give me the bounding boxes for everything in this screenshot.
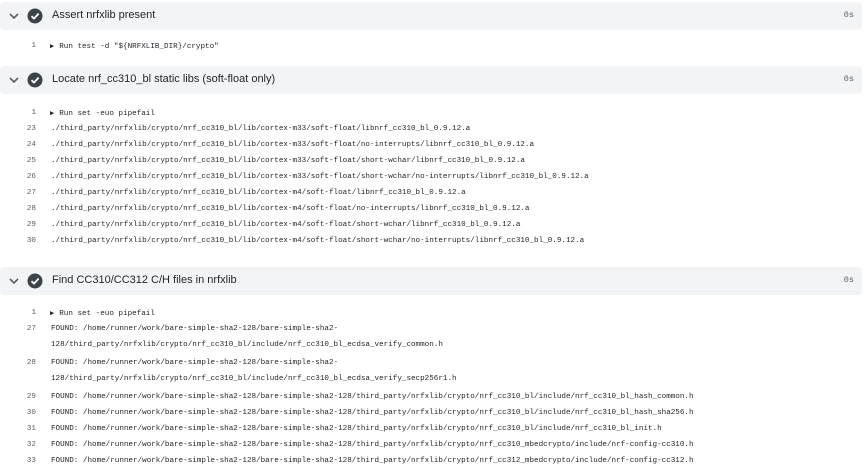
line-number[interactable]: 27 [0,189,36,197]
chevron-down-icon[interactable] [8,10,20,22]
log-line: 30 FOUND: /home/runner/work/bare-simple-s… [0,406,866,422]
step-header-assert-nrfxlib[interactable]: Assert nrfxlib present 0s [0,2,862,30]
log-line: 28 FOUND: /home/runner/work/bare-simple-s… [0,356,866,372]
log-command[interactable]: ▶ Run test -d "${NRFXLIB_DIR}/crypto" [50,42,219,51]
step-log: 1 ▶ Run set -euo pipefail 23 ./third_party… [0,106,866,250]
line-number[interactable]: 33 [0,457,36,465]
check-circle-icon [27,273,43,289]
log-text: ./third_party/nrfxlib/crypto/nrf_cc310_b… [51,125,471,133]
log-command[interactable]: ▶ Run set -euo pipefail [50,109,155,118]
chevron-down-icon[interactable] [8,275,20,287]
log-text: FOUND: /home/runner/work/bare-simple-sha… [51,393,694,401]
log-text: ./third_party/nrfxlib/crypto/nrf_cc310_b… [51,173,589,181]
expand-triangle-icon[interactable]: ▶ [50,42,54,51]
log-text-continuation: 128/third_party/nrfxlib/crypto/nrf_cc310… [51,341,443,349]
log-line: 31 FOUND: /home/runner/work/bare-simple-s… [0,422,866,438]
step-header-locate-libs[interactable]: Locate nrf_cc310_bl static libs (soft-fl… [0,66,862,94]
step-duration: 0s [843,275,854,285]
log-text: Run set -euo pipefail [59,310,155,318]
line-number[interactable]: 30 [0,409,36,417]
log-text: Run test -d "${NRFXLIB_DIR}/crypto" [59,43,219,51]
log-text: FOUND: /home/runner/work/bare-simple-sha… [51,409,694,417]
line-number[interactable]: 25 [0,157,36,165]
log-text: FOUND: /home/runner/work/bare-simple-sha… [51,457,694,465]
line-number[interactable]: 23 [0,125,36,133]
log-text: ./third_party/nrfxlib/crypto/nrf_cc310_b… [51,205,530,213]
step-log: 1 ▶ Run test -d "${NRFXLIB_DIR}/crypto" [0,39,866,55]
log-text: FOUND: /home/runner/work/bare-simple-sha… [51,359,339,367]
log-line: 29 ./third_party/nrfxlib/crypto/nrf_cc310… [0,218,866,234]
log-line: 26 ./third_party/nrfxlib/crypto/nrf_cc310… [0,170,866,186]
log-line: 25 ./third_party/nrfxlib/crypto/nrf_cc310… [0,154,866,170]
log-line: 32 FOUND: /home/runner/work/bare-simple-s… [0,438,866,454]
line-number[interactable]: 1 [0,42,36,50]
line-number[interactable]: 27 [0,325,36,333]
log-text: ./third_party/nrfxlib/crypto/nrf_cc310_b… [51,189,466,197]
line-number[interactable]: 28 [0,359,36,367]
log-line: 33 FOUND: /home/runner/work/bare-simple-s… [0,454,866,470]
log-line: 30 ./third_party/nrfxlib/crypto/nrf_cc310… [0,234,866,250]
log-line: 27 ./third_party/nrfxlib/crypto/nrf_cc310… [0,186,866,202]
step-title: Find CC310/CC312 C/H files in nrfxlib [52,274,237,286]
check-circle-icon [27,72,43,88]
log-text: Run set -euo pipefail [59,110,155,118]
log-text: ./third_party/nrfxlib/crypto/nrf_cc310_b… [51,237,585,245]
log-text: ./third_party/nrfxlib/crypto/nrf_cc310_b… [51,141,535,149]
log-text: ./third_party/nrfxlib/crypto/nrf_cc310_b… [51,157,525,165]
chevron-down-icon[interactable] [8,74,20,86]
line-number[interactable]: 29 [0,393,36,401]
log-line: 1 ▶ Run set -euo pipefail [0,106,866,122]
line-number[interactable]: 1 [0,109,36,117]
step-title: Locate nrf_cc310_bl static libs (soft-fl… [52,73,276,85]
line-number[interactable]: 1 [0,309,36,317]
line-number[interactable]: 26 [0,173,36,181]
log-line: 28 ./third_party/nrfxlib/crypto/nrf_cc310… [0,202,866,218]
line-number[interactable]: 28 [0,205,36,213]
step-duration: 0s [843,10,854,20]
step-title: Assert nrfxlib present [52,9,156,21]
log-text: FOUND: /home/runner/work/bare-simple-sha… [51,325,339,333]
log-text: FOUND: /home/runner/work/bare-simple-sha… [51,425,662,433]
line-number[interactable]: 32 [0,441,36,449]
check-circle-icon [27,8,43,24]
line-number[interactable]: 31 [0,425,36,433]
expand-triangle-icon[interactable]: ▶ [50,109,54,118]
log-line: 27 FOUND: /home/runner/work/bare-simple-s… [0,322,866,338]
expand-triangle-icon[interactable]: ▶ [50,309,54,318]
log-line: 23 ./third_party/nrfxlib/crypto/nrf_cc310… [0,122,866,138]
log-line: 24 ./third_party/nrfxlib/crypto/nrf_cc310… [0,138,866,154]
line-number[interactable]: 30 [0,237,36,245]
step-header-find-files[interactable]: Find CC310/CC312 C/H files in nrfxlib 0s [0,267,862,295]
log-line: 29 FOUND: /home/runner/work/bare-simple-s… [0,390,866,406]
log-line: 1 ▶ Run set -euo pipefail [0,306,866,322]
log-text: FOUND: /home/runner/work/bare-simple-sha… [51,441,694,449]
log-line-continuation: 128/third_party/nrfxlib/crypto/nrf_cc310… [0,372,866,390]
line-number[interactable]: 24 [0,141,36,149]
step-log: 1 ▶ Run set -euo pipefail 27 FOUND: /home/… [0,306,866,470]
log-line: 1 ▶ Run test -d "${NRFXLIB_DIR}/crypto" [0,39,866,55]
line-number[interactable]: 29 [0,221,36,229]
log-line-continuation: 128/third_party/nrfxlib/crypto/nrf_cc310… [0,338,866,356]
log-text: ./third_party/nrfxlib/crypto/nrf_cc310_b… [51,221,521,229]
step-duration: 0s [843,74,854,84]
log-text-continuation: 128/third_party/nrfxlib/crypto/nrf_cc310… [51,375,457,383]
log-command[interactable]: ▶ Run set -euo pipefail [50,309,155,318]
